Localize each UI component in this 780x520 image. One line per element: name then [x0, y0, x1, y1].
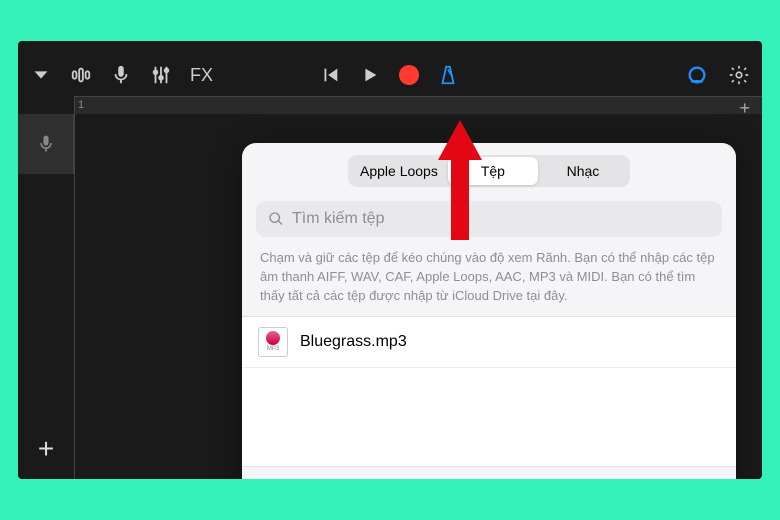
metronome-icon[interactable]	[437, 64, 459, 86]
tab-music[interactable]: Nhạc	[538, 157, 628, 185]
file-list: MP3 Bluegrass.mp3	[242, 316, 736, 466]
tab-files[interactable]: Tệp	[448, 157, 538, 185]
app-window: FX 1 + + Apple Loops	[18, 41, 762, 479]
search-field[interactable]	[256, 201, 722, 237]
segmented-control: Apple Loops Tệp Nhạc	[348, 155, 630, 187]
gear-icon[interactable]	[728, 64, 750, 86]
track-header[interactable]	[18, 114, 74, 174]
chevron-down-icon[interactable]	[30, 64, 52, 86]
search-input[interactable]	[292, 210, 710, 228]
add-section-button[interactable]: +	[739, 98, 750, 119]
hint-text: Chạm và giữ các tệp để kéo chúng vào độ …	[242, 245, 736, 316]
ruler-marker: 1	[78, 99, 84, 111]
file-name-label: Bluegrass.mp3	[300, 333, 407, 351]
tracks-icon[interactable]	[70, 64, 92, 86]
tab-apple-loops[interactable]: Apple Loops	[350, 157, 448, 185]
add-track-button[interactable]: +	[28, 431, 64, 467]
browse-files-button[interactable]: Duyệt các mục từ ứng dụng Tệp	[242, 466, 736, 479]
file-thumbnail-icon: MP3	[258, 327, 288, 357]
search-icon	[268, 211, 284, 227]
play-icon[interactable]	[359, 64, 381, 86]
microphone-icon[interactable]	[110, 64, 132, 86]
mixer-icon[interactable]	[150, 64, 172, 86]
record-button[interactable]	[399, 65, 419, 85]
loop-browser-icon[interactable]	[686, 64, 708, 86]
toolbar-right-group	[686, 64, 750, 86]
rewind-icon[interactable]	[319, 64, 341, 86]
files-popover: Apple Loops Tệp Nhạc Chạm và giữ các tệp…	[242, 143, 736, 479]
microphone-icon	[36, 132, 56, 156]
file-row[interactable]: MP3 Bluegrass.mp3	[242, 317, 736, 368]
fx-button[interactable]: FX	[190, 65, 213, 86]
track-divider	[74, 96, 75, 479]
timeline-ruler[interactable]: 1	[74, 96, 762, 114]
top-toolbar: FX	[18, 54, 762, 96]
